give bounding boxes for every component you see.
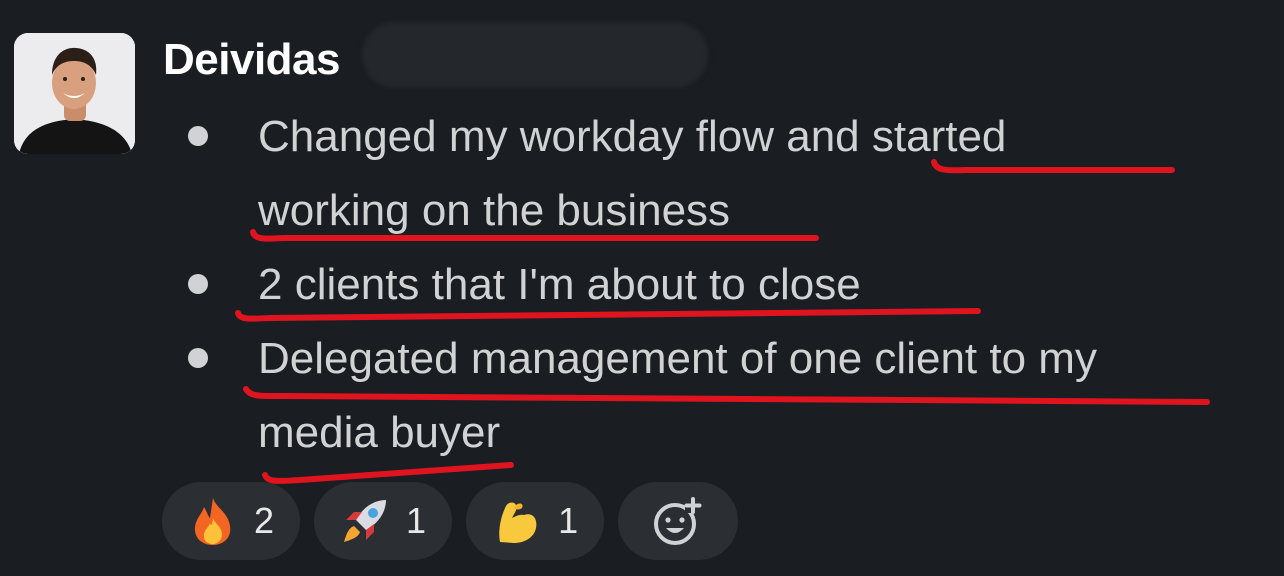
rocket-icon <box>340 496 390 546</box>
reactions-bar: 2 1 1 <box>162 482 739 560</box>
reaction-fire[interactable]: 2 <box>162 482 301 560</box>
bullet-dot <box>188 274 208 294</box>
add-reaction-button[interactable] <box>618 482 739 560</box>
add-reaction-icon <box>654 497 702 545</box>
list-item: Changed my workday flow and started work… <box>188 100 1268 248</box>
reaction-rocket[interactable]: 1 <box>314 482 453 560</box>
list-item-line: Delegated management of one client to my <box>258 334 1097 383</box>
list-item-line: Changed my workday flow and started <box>258 112 1007 161</box>
flexed-biceps-icon <box>492 496 542 546</box>
list-item-line: media buyer <box>258 408 501 457</box>
list-item-line: 2 clients that I'm about to close <box>258 260 861 309</box>
reaction-flexed-biceps[interactable]: 1 <box>466 482 605 560</box>
bullet-dot <box>188 348 208 368</box>
list-item-line: working on the business <box>258 186 731 235</box>
reaction-count: 1 <box>558 500 579 541</box>
reaction-count: 1 <box>406 500 427 541</box>
author-name[interactable]: Deividas <box>163 34 340 86</box>
message-body: Changed my workday flow and started work… <box>188 100 1268 470</box>
list-item: Delegated management of one client to my… <box>188 322 1268 470</box>
redacted-text-blur <box>362 22 708 88</box>
fire-icon <box>188 496 238 546</box>
reaction-count: 2 <box>254 500 275 541</box>
bullet-dot <box>188 126 208 146</box>
list-item: 2 clients that I'm about to close <box>188 248 1268 322</box>
avatar[interactable] <box>14 33 135 154</box>
